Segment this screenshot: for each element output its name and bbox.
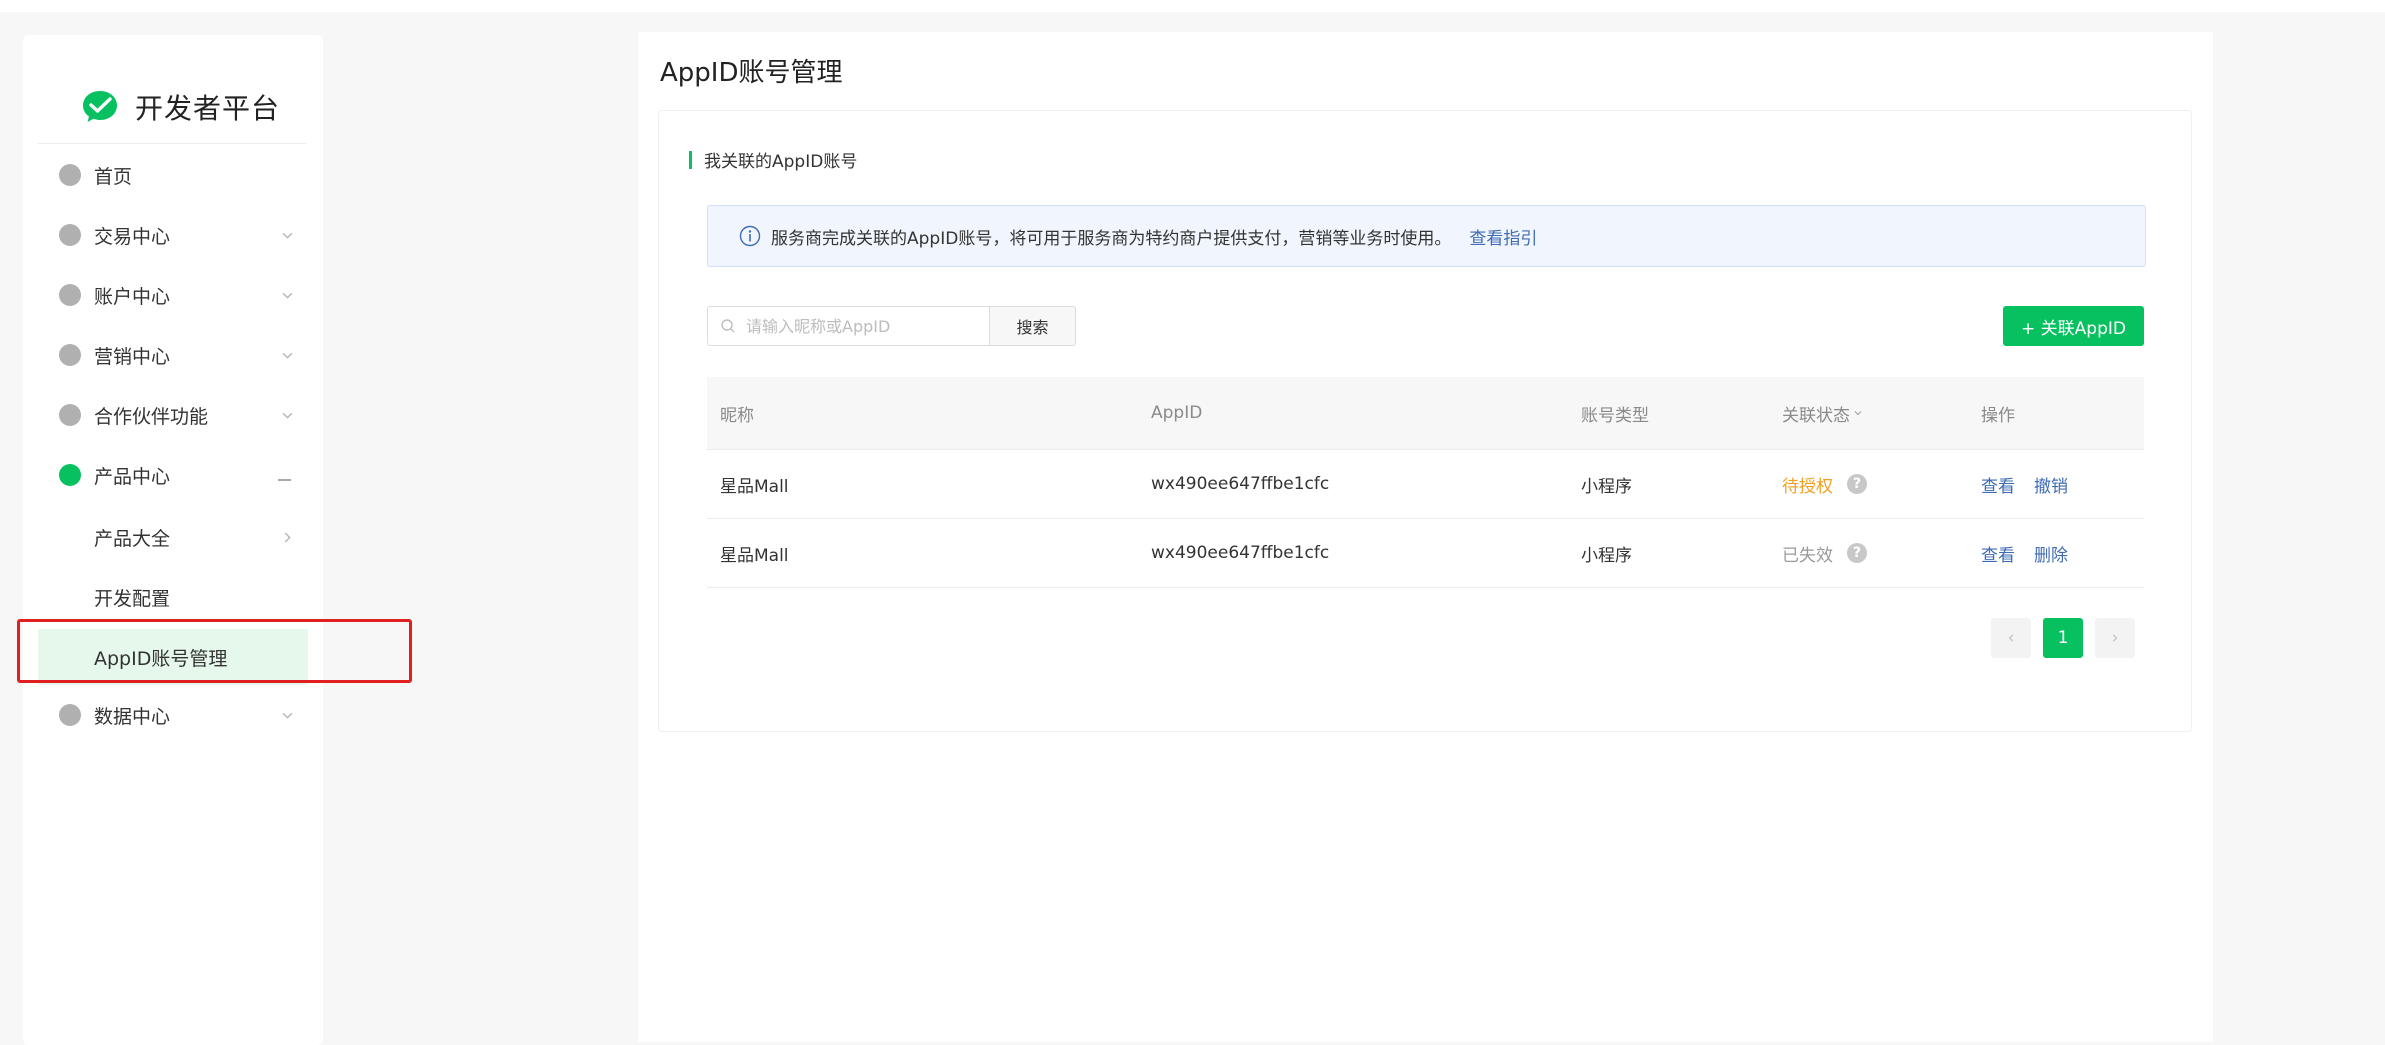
table-row: 星品Mall wx490ee647ffbe1cfc 小程序 已失效 ? 查看 删… — [707, 519, 2144, 588]
brand-title: 开发者平台 — [135, 92, 281, 125]
table-row: 星品Mall wx490ee647ffbe1cfc 小程序 待授权 ? 查看 撤… — [707, 450, 2144, 519]
page-title: AppID账号管理 — [660, 58, 843, 88]
marketing-center-dot-icon — [59, 344, 81, 366]
header-appid: AppID — [1151, 403, 1203, 423]
table-header: 昵称 AppID 账号类型 关联状态 操作 — [707, 377, 2144, 450]
header-account-type: 账号类型 — [1581, 405, 1649, 426]
cell-nickname: 星品Mall — [720, 545, 789, 566]
view-link[interactable]: 查看 — [1981, 472, 2015, 497]
section-title: 我关联的AppID账号 — [689, 147, 857, 172]
product-center-dot-icon — [59, 464, 81, 486]
chevron-down-icon — [1854, 411, 1862, 416]
home-dot-icon — [59, 164, 81, 186]
notice-text: 服务商完成关联的AppID账号，将可用于服务商为特约商户提供支付，营销等业务时使… — [771, 228, 1452, 249]
search-icon — [721, 319, 735, 333]
chevron-down-icon — [282, 352, 293, 359]
sidebar-item-data-center[interactable]: 数据中心 — [23, 685, 323, 745]
search-input[interactable] — [744, 315, 988, 337]
status-badge: 已失效 — [1782, 545, 1833, 566]
appid-card: 我关联的AppID账号 服务商完成关联的AppID账号，将可用于服务商为特约商户… — [658, 110, 2192, 732]
brand[interactable]: 开发者平台 — [80, 77, 280, 137]
help-icon[interactable]: ? — [1847, 474, 1867, 494]
header-nickname: 昵称 — [720, 405, 754, 426]
sidebar-item-label: 交易中心 — [94, 225, 171, 248]
wechat-pay-logo-icon — [83, 91, 117, 122]
sidebar-item-product-center[interactable]: 产品中心 — [23, 445, 323, 505]
cell-nickname: 星品Mall — [720, 476, 789, 497]
collapse-dash-icon — [278, 479, 291, 481]
chevron-down-icon — [282, 232, 293, 239]
delete-link[interactable]: 删除 — [2034, 541, 2068, 566]
link-appid-button[interactable]: + 关联AppID — [2003, 306, 2144, 346]
chevron-right-icon — [284, 532, 291, 542]
info-notice: 服务商完成关联的AppID账号，将可用于服务商为特约商户提供支付，营销等业务时使… — [707, 205, 2146, 267]
section-title-text: 我关联的AppID账号 — [704, 152, 858, 172]
cell-appid: wx490ee647ffbe1cfc — [1151, 474, 1330, 494]
trade-center-dot-icon — [59, 224, 81, 246]
sidebar-item-label: 数据中心 — [94, 705, 171, 728]
sidebar-subitem-all-products[interactable]: 产品大全 — [38, 509, 308, 565]
section-accent-bar — [689, 150, 692, 169]
main-content: AppID账号管理 我关联的AppID账号 服务商完成关联的AppID账号，将可… — [638, 32, 2213, 1042]
sidebar-item-account-center[interactable]: 账户中心 — [23, 265, 323, 325]
cell-account-type: 小程序 — [1581, 545, 1632, 566]
data-center-dot-icon — [59, 704, 81, 726]
account-center-dot-icon — [59, 284, 81, 306]
chevron-down-icon — [282, 292, 293, 299]
cell-actions: 查看 撤销 — [1981, 450, 2087, 518]
brand-divider — [38, 143, 306, 144]
sidebar-item-trade-center[interactable]: 交易中心 — [23, 205, 323, 265]
partner-features-dot-icon — [59, 404, 81, 426]
header-link-status-label: 关联状态 — [1782, 405, 1850, 426]
sidebar: 开发者平台 首页 交易中心 账户中心 营销中心 合作伙伴功能 产品中心 产品大全… — [23, 35, 323, 1045]
sidebar-subitem-label: 产品大全 — [94, 527, 171, 550]
sidebar-item-home[interactable]: 首页 — [23, 145, 323, 205]
sidebar-item-label: 产品中心 — [94, 465, 171, 488]
sidebar-item-marketing-center[interactable]: 营销中心 — [23, 325, 323, 385]
sidebar-item-label: 营销中心 — [94, 345, 171, 368]
view-link[interactable]: 查看 — [1981, 541, 2015, 566]
top-strip — [0, 0, 2385, 12]
status-badge: 待授权 — [1782, 476, 1833, 497]
help-icon[interactable]: ? — [1847, 543, 1867, 563]
cell-account-type: 小程序 — [1581, 476, 1632, 497]
info-icon — [739, 225, 761, 247]
prev-page-button[interactable]: ‹ — [1991, 618, 2031, 658]
cell-actions: 查看 删除 — [1981, 519, 2087, 587]
sidebar-item-label: 合作伙伴功能 — [94, 405, 209, 428]
sidebar-item-partner-features[interactable]: 合作伙伴功能 — [23, 385, 323, 445]
sidebar-subitem-dev-config[interactable]: 开发配置 — [38, 569, 308, 625]
page-1-button[interactable]: 1 — [2043, 618, 2083, 658]
revoke-link[interactable]: 撤销 — [2034, 472, 2068, 497]
sidebar-item-label: 首页 — [94, 165, 133, 188]
view-guide-link[interactable]: 查看指引 — [1469, 224, 1537, 249]
sidebar-subitem-appid-management[interactable]: AppID账号管理 — [38, 629, 308, 685]
chevron-down-icon — [282, 712, 293, 719]
cell-status: 待授权 ? — [1782, 450, 1867, 518]
cell-status: 已失效 ? — [1782, 519, 1867, 587]
sidebar-subitem-label: 开发配置 — [94, 587, 171, 610]
appid-table: 昵称 AppID 账号类型 关联状态 操作 星品Mall wx490ee647f… — [707, 377, 2144, 588]
cell-appid: wx490ee647ffbe1cfc — [1151, 543, 1330, 563]
sidebar-item-label: 账户中心 — [94, 285, 171, 308]
header-actions: 操作 — [1981, 405, 2015, 426]
search-button[interactable]: 搜索 — [989, 306, 1076, 346]
header-link-status[interactable]: 关联状态 — [1782, 377, 1863, 449]
next-page-button[interactable]: › — [2095, 618, 2135, 658]
search-box[interactable] — [707, 306, 990, 346]
sidebar-subitem-label: AppID账号管理 — [94, 647, 228, 670]
chevron-down-icon — [282, 412, 293, 419]
